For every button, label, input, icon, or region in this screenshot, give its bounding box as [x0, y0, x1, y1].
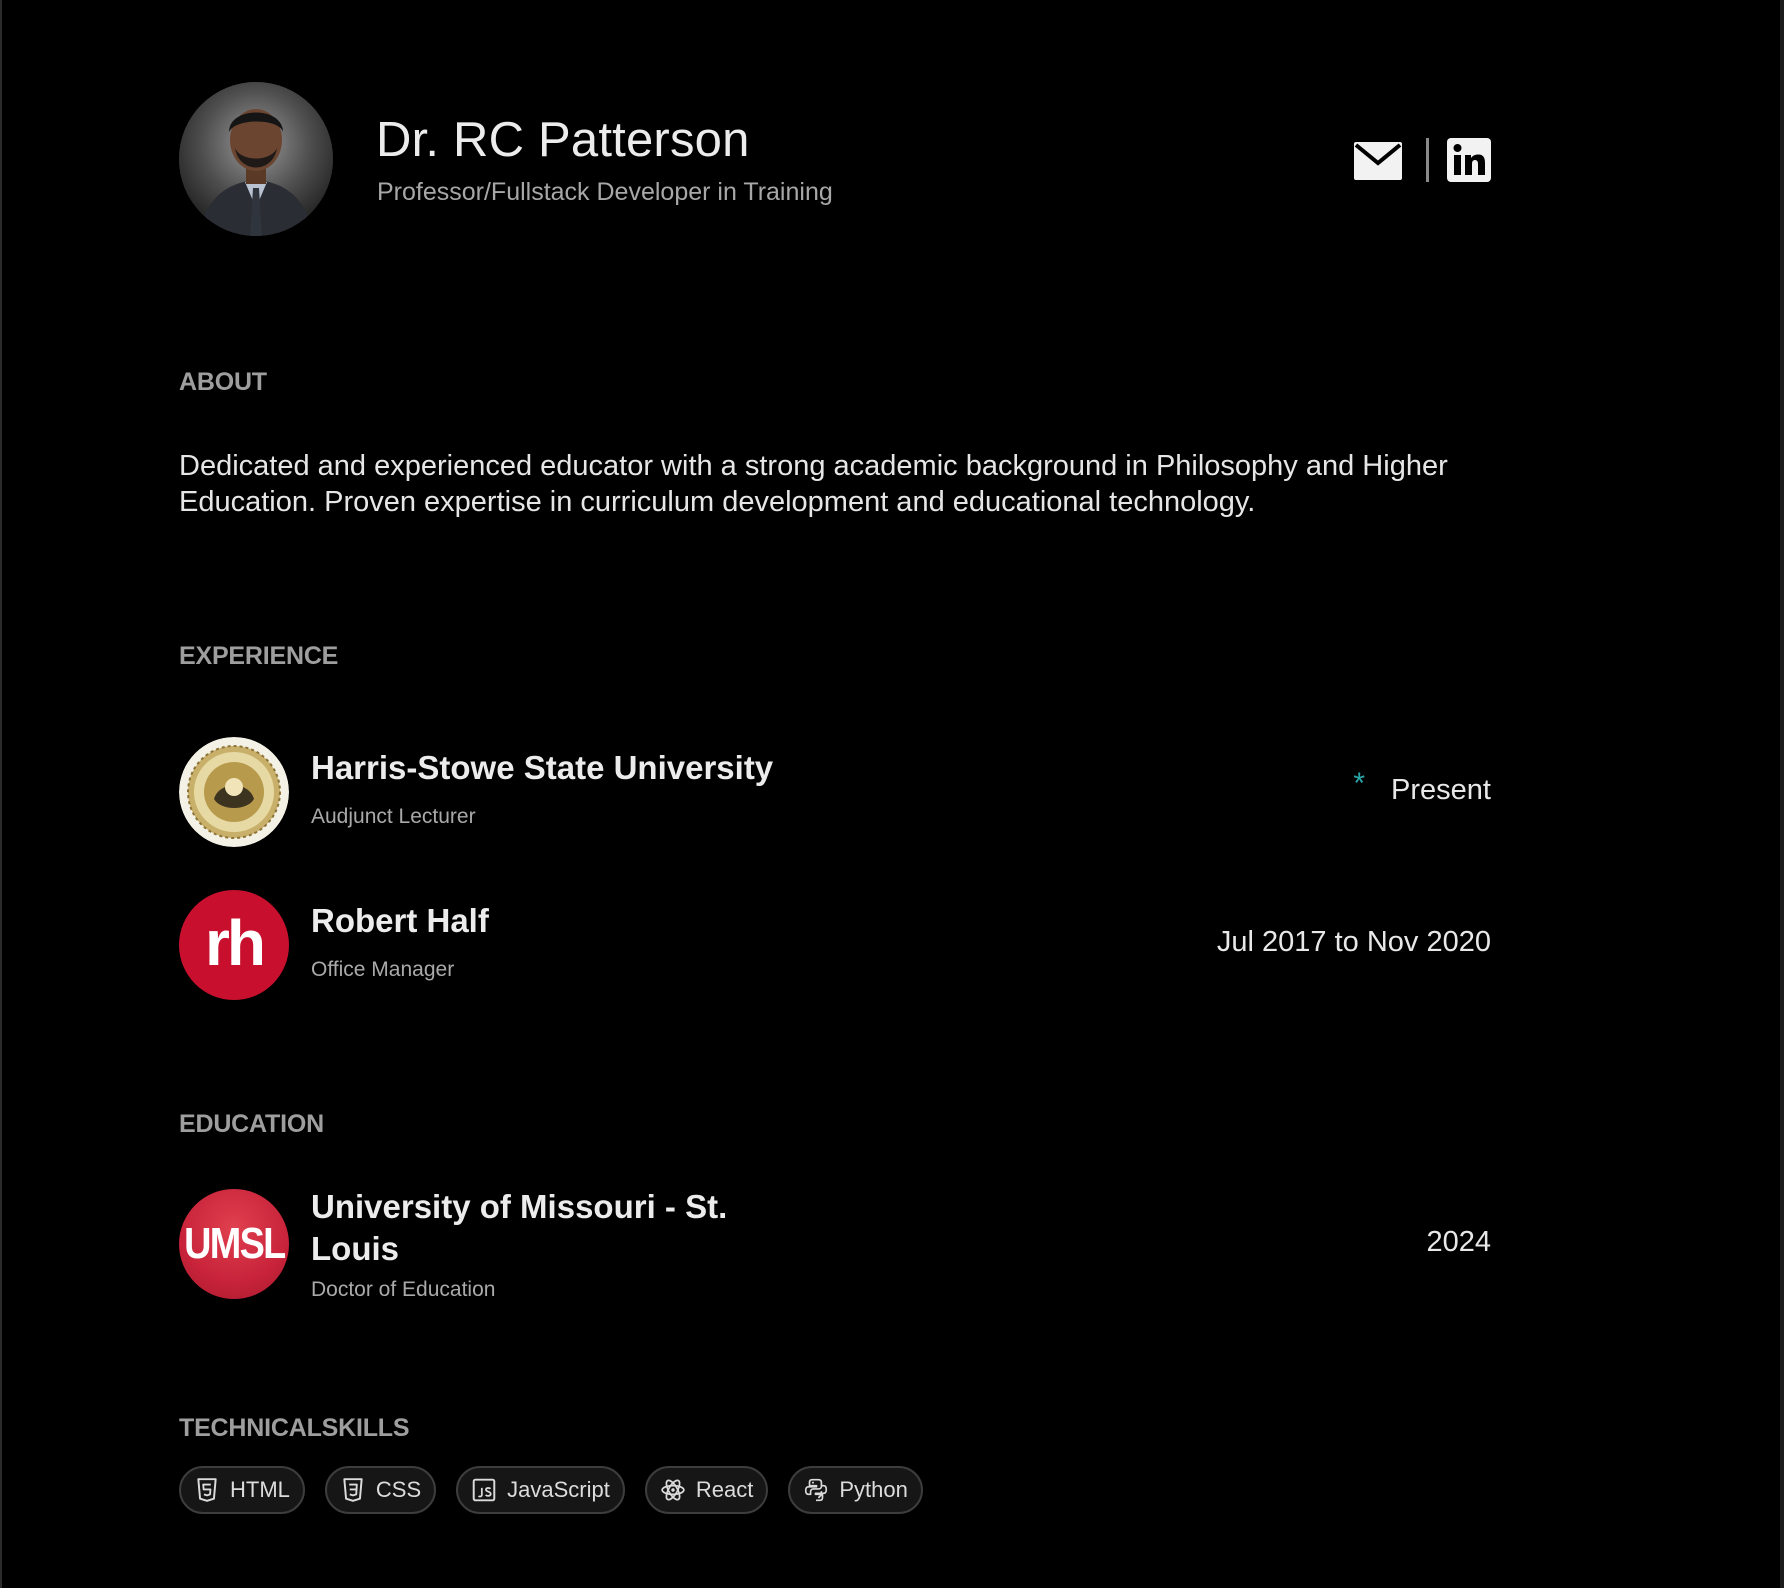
experience-item: rh Robert Half Office Manager Jul 2017 t… [179, 890, 1491, 1000]
javascript-icon [472, 1478, 496, 1502]
present-star-icon: * [1353, 767, 1366, 800]
experience-date-text: Present [1391, 774, 1491, 806]
experience-org: Harris-Stowe State University [311, 749, 774, 786]
social-divider [1426, 138, 1429, 182]
profile-name: Dr. RC Patterson [376, 113, 750, 167]
experience-org: Robert Half [311, 902, 489, 939]
avatar-portrait-image [179, 82, 333, 236]
social-links [1354, 138, 1494, 186]
robert-half-logo: rh [179, 890, 289, 1000]
skill-label: React [695, 1477, 754, 1502]
experience-role: Audjunct Lecturer [311, 805, 476, 828]
css3-icon [343, 1478, 363, 1502]
education-heading: EDUCATION [179, 1110, 324, 1138]
window-right-edge [1780, 0, 1784, 1588]
html5-icon [197, 1478, 217, 1502]
skills-list: HTML CSS JavaScript React Python [179, 1466, 943, 1518]
skill-label: CSS [375, 1477, 422, 1502]
skill-label: HTML [230, 1477, 290, 1502]
experience-item: Harris-Stowe State University Audjunct L… [179, 737, 1491, 847]
experience-role: Office Manager [311, 958, 455, 981]
education-org-line2: Louis [311, 1230, 399, 1267]
react-icon [661, 1479, 685, 1501]
skill-chip-html[interactable]: HTML [179, 1466, 305, 1514]
mail-icon[interactable] [1354, 142, 1402, 180]
skill-chip-react[interactable]: React [644, 1466, 769, 1514]
about-heading: ABOUT [179, 368, 267, 396]
education-org-line1: University of Missouri - St. [311, 1188, 728, 1225]
experience-date: * Present [1353, 767, 1491, 807]
education-degree: Doctor of Education [311, 1278, 496, 1301]
skill-chip-javascript[interactable]: JavaScript [456, 1466, 625, 1514]
education-date: 2024 [1426, 1226, 1491, 1258]
skill-label: JavaScript [507, 1477, 610, 1502]
window-left-edge [0, 0, 2, 1588]
experience-date: Jul 2017 to Nov 2020 [1216, 926, 1491, 958]
python-icon [805, 1478, 828, 1502]
avatar [179, 82, 333, 236]
umsl-logo: UMSL [179, 1189, 289, 1299]
linkedin-icon[interactable] [1447, 138, 1491, 182]
harris-stowe-seal-logo [179, 737, 289, 847]
skill-label: Python [839, 1477, 908, 1502]
profile-header: Dr. RC Patterson Professor/Fullstack Dev… [179, 82, 1491, 238]
profile-subtitle: Professor/Fullstack Developer in Trainin… [377, 178, 833, 206]
education-item: UMSL University of Missouri - St. Louis … [179, 1186, 1491, 1306]
experience-heading: EXPERIENCE [179, 642, 339, 670]
harris-stowe-seal-icon [179, 737, 289, 847]
about-text: Dedicated and experienced educator with … [179, 450, 1448, 518]
robert-half-logo-text: rh [205, 907, 266, 979]
skill-chip-python[interactable]: Python [788, 1466, 923, 1514]
skill-chip-css[interactable]: CSS [324, 1466, 437, 1514]
skills-heading: TECHNICALSKILLS [179, 1414, 410, 1442]
umsl-logo-text: UMSL [183, 1219, 286, 1268]
